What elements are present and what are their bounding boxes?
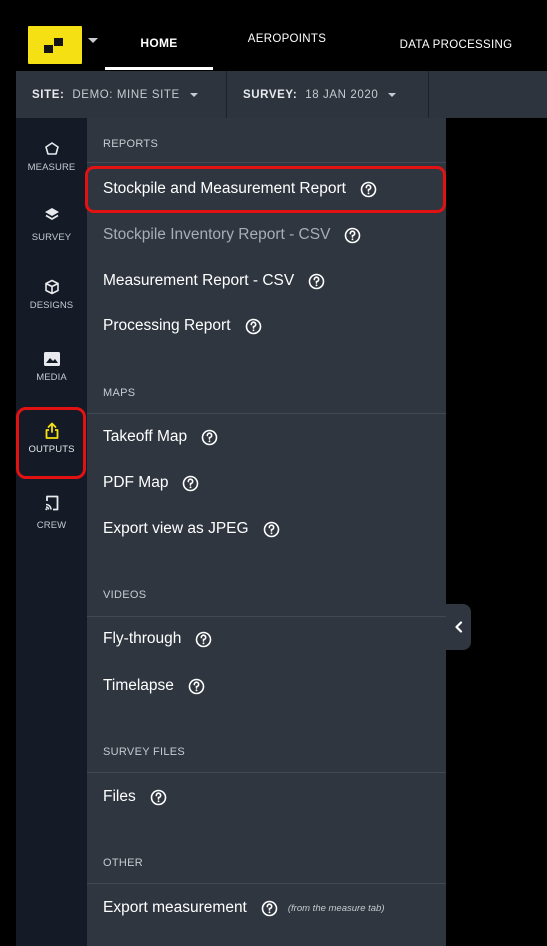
chevron-down-icon: [388, 93, 397, 97]
menu-item-measurement-report-csv[interactable]: Measurement Report - CSV: [103, 272, 325, 290]
collapse-panel-button[interactable]: [446, 604, 471, 650]
help-icon[interactable]: [195, 631, 212, 648]
menu-item-label: Files: [103, 788, 136, 805]
highlight-outputs-annotation: [16, 407, 86, 479]
rail-item-crew[interactable]: CREW: [16, 490, 87, 550]
rail-item-measure[interactable]: MEASURE: [16, 136, 87, 196]
help-icon[interactable]: [188, 678, 205, 695]
divider: [87, 616, 446, 617]
tab-data-processing[interactable]: DATA PROCESSING: [396, 18, 516, 72]
menu-item-fly-through[interactable]: Fly-through: [103, 630, 212, 648]
menu-item-label: Export view as JPEG: [103, 520, 249, 537]
survey-value: 18 JAN 2020: [305, 88, 379, 101]
section-header-maps: MAPS: [103, 387, 136, 399]
menu-item-takeoff-map[interactable]: Takeoff Map: [103, 428, 218, 446]
menu-item-label: Export measurement: [103, 899, 247, 916]
menu-item-label: Fly-through: [103, 630, 182, 647]
highlight-report-annotation: [85, 166, 446, 213]
menu-item-label: Takeoff Map: [103, 428, 188, 445]
menu-item-label: Measurement Report - CSV: [103, 272, 295, 289]
section-header-reports: REPORTS: [103, 138, 159, 150]
menu-item-processing-report[interactable]: Processing Report: [103, 317, 262, 335]
site-label: SITE:: [32, 88, 65, 101]
rail-item-media[interactable]: MEDIA: [16, 346, 87, 406]
menu-item-files[interactable]: Files: [103, 788, 167, 806]
help-icon[interactable]: [344, 227, 361, 244]
rail-item-survey[interactable]: SURVEY: [16, 202, 87, 262]
rail-item-designs[interactable]: DESIGNS: [16, 274, 87, 334]
brand-logo[interactable]: [28, 26, 82, 64]
menu-item-export-view-jpeg[interactable]: Export view as JPEG: [103, 520, 280, 538]
divider: [87, 883, 446, 884]
site-survey-bar: SITE: DEMO: MINE SITE SURVEY: 18 JAN 202…: [16, 71, 547, 118]
help-icon[interactable]: [245, 318, 262, 335]
rail-label: MEDIA: [36, 372, 67, 383]
menu-item-pdf-map[interactable]: PDF Map: [103, 474, 199, 492]
pentagon-icon: [44, 136, 60, 162]
left-rail: MEASURE SURVEY DESIGNS MEDIA OUTPUTS CRE…: [16, 118, 87, 946]
divider: [87, 413, 446, 414]
menu-item-note: (from the measure tab): [287, 902, 385, 914]
menu-item-timelapse[interactable]: Timelapse: [103, 677, 205, 695]
section-header-survey-files: SURVEY FILES: [103, 746, 186, 758]
divider: [87, 162, 446, 163]
divider: [226, 71, 227, 118]
layers-icon: [43, 202, 61, 228]
help-icon[interactable]: [308, 273, 325, 290]
section-header-videos: VIDEOS: [103, 589, 147, 601]
menu-item-label: PDF Map: [103, 474, 169, 491]
menu-item-stockpile-inventory-csv[interactable]: Stockpile Inventory Report - CSV: [103, 226, 361, 244]
cast-icon: [44, 490, 60, 516]
rail-label: DESIGNS: [29, 300, 74, 311]
rail-label: SURVEY: [31, 232, 72, 243]
survey-label: SURVEY:: [243, 88, 298, 101]
tab-home[interactable]: HOME: [105, 16, 213, 70]
site-value: DEMO: MINE SITE: [72, 88, 180, 101]
site-selector[interactable]: SITE: DEMO: MINE SITE: [32, 71, 198, 118]
chevron-down-icon[interactable]: [88, 38, 98, 43]
menu-item-export-measurement[interactable]: Export measurement (from the measure tab…: [103, 899, 385, 917]
outputs-panel: REPORTS Stockpile and Measurement Report…: [87, 118, 446, 946]
divider: [87, 772, 446, 773]
cube-icon: [44, 274, 60, 300]
tab-aeropoints[interactable]: AEROPOINTS: [242, 12, 332, 66]
help-icon[interactable]: [263, 521, 280, 538]
menu-item-label: Timelapse: [103, 677, 174, 694]
top-navigation: HOME AEROPOINTS DATA PROCESSING: [16, 16, 547, 70]
section-header-other: OTHER: [103, 857, 143, 869]
chevron-left-icon: [454, 621, 462, 633]
rail-label: MEASURE: [27, 162, 76, 173]
image-icon: [43, 346, 61, 372]
divider: [428, 71, 429, 118]
survey-selector[interactable]: SURVEY: 18 JAN 2020: [243, 71, 397, 118]
help-icon[interactable]: [150, 789, 167, 806]
menu-item-label: Processing Report: [103, 317, 231, 334]
help-icon[interactable]: [261, 900, 278, 917]
rail-label: CREW: [36, 520, 67, 531]
help-icon[interactable]: [201, 429, 218, 446]
menu-item-label: Stockpile Inventory Report - CSV: [103, 226, 331, 243]
chevron-down-icon: [189, 93, 198, 97]
help-icon[interactable]: [182, 475, 199, 492]
